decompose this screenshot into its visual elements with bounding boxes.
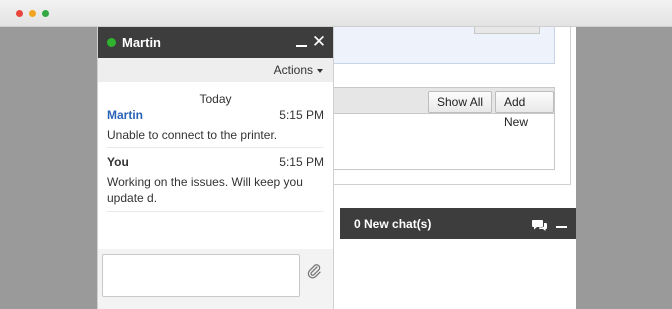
- new-chats-header[interactable]: 0 New chat(s): [340, 208, 576, 239]
- grid-toolbar: Show All Add New: [332, 88, 554, 129]
- chat-contact-name: Martin: [122, 35, 161, 50]
- partial-show-all-button[interactable]: [474, 27, 540, 34]
- paperclip-icon[interactable]: [306, 263, 322, 279]
- message-time: 5:15 PM: [279, 108, 324, 122]
- add-new-button[interactable]: Add New: [495, 91, 554, 129]
- minimize-icon[interactable]: [556, 226, 567, 228]
- message-divider: [107, 211, 324, 212]
- window-zoom-dot[interactable]: [42, 10, 49, 17]
- message-divider: [107, 147, 324, 148]
- records-grid: Show All Add New: [332, 87, 555, 170]
- message-time: 5:15 PM: [279, 155, 324, 169]
- close-icon[interactable]: ✕: [311, 33, 327, 50]
- window-minimize-dot[interactable]: [29, 10, 36, 17]
- actions-label: Actions: [273, 63, 313, 77]
- online-status-icon: [107, 38, 116, 47]
- chevron-down-icon: [317, 68, 323, 73]
- message-sender: You: [107, 155, 129, 169]
- chat-bubbles-icon[interactable]: [532, 218, 548, 232]
- chat-actions-bar: Actions: [98, 58, 333, 82]
- message-text: Working on the issues. Will keep you upd…: [107, 175, 303, 205]
- actions-dropdown[interactable]: Actions: [274, 63, 323, 77]
- message-sender: Martin: [107, 108, 143, 122]
- chat-header: Martin ✕: [98, 27, 333, 58]
- minimize-icon[interactable]: [296, 45, 307, 47]
- chat-message: You 5:15 PM Working on the issues. Will …: [107, 155, 324, 211]
- message-input[interactable]: [102, 254, 300, 297]
- day-separator: Today: [199, 92, 232, 106]
- compose-area: [98, 249, 333, 309]
- show-all-button[interactable]: Show All: [428, 91, 493, 113]
- message-text: Unable to connect to the printer.: [107, 128, 278, 142]
- window-close-dot[interactable]: [16, 10, 23, 17]
- new-chats-panel: 0 New chat(s): [340, 208, 576, 309]
- chat-message: Martin 5:15 PM Unable to connect to the …: [107, 108, 324, 148]
- window-titlebar: [0, 0, 672, 27]
- chat-window: Martin ✕ Actions Today Martin 5:15 PM Un…: [97, 27, 334, 309]
- new-chats-title: 0 New chat(s): [354, 217, 432, 231]
